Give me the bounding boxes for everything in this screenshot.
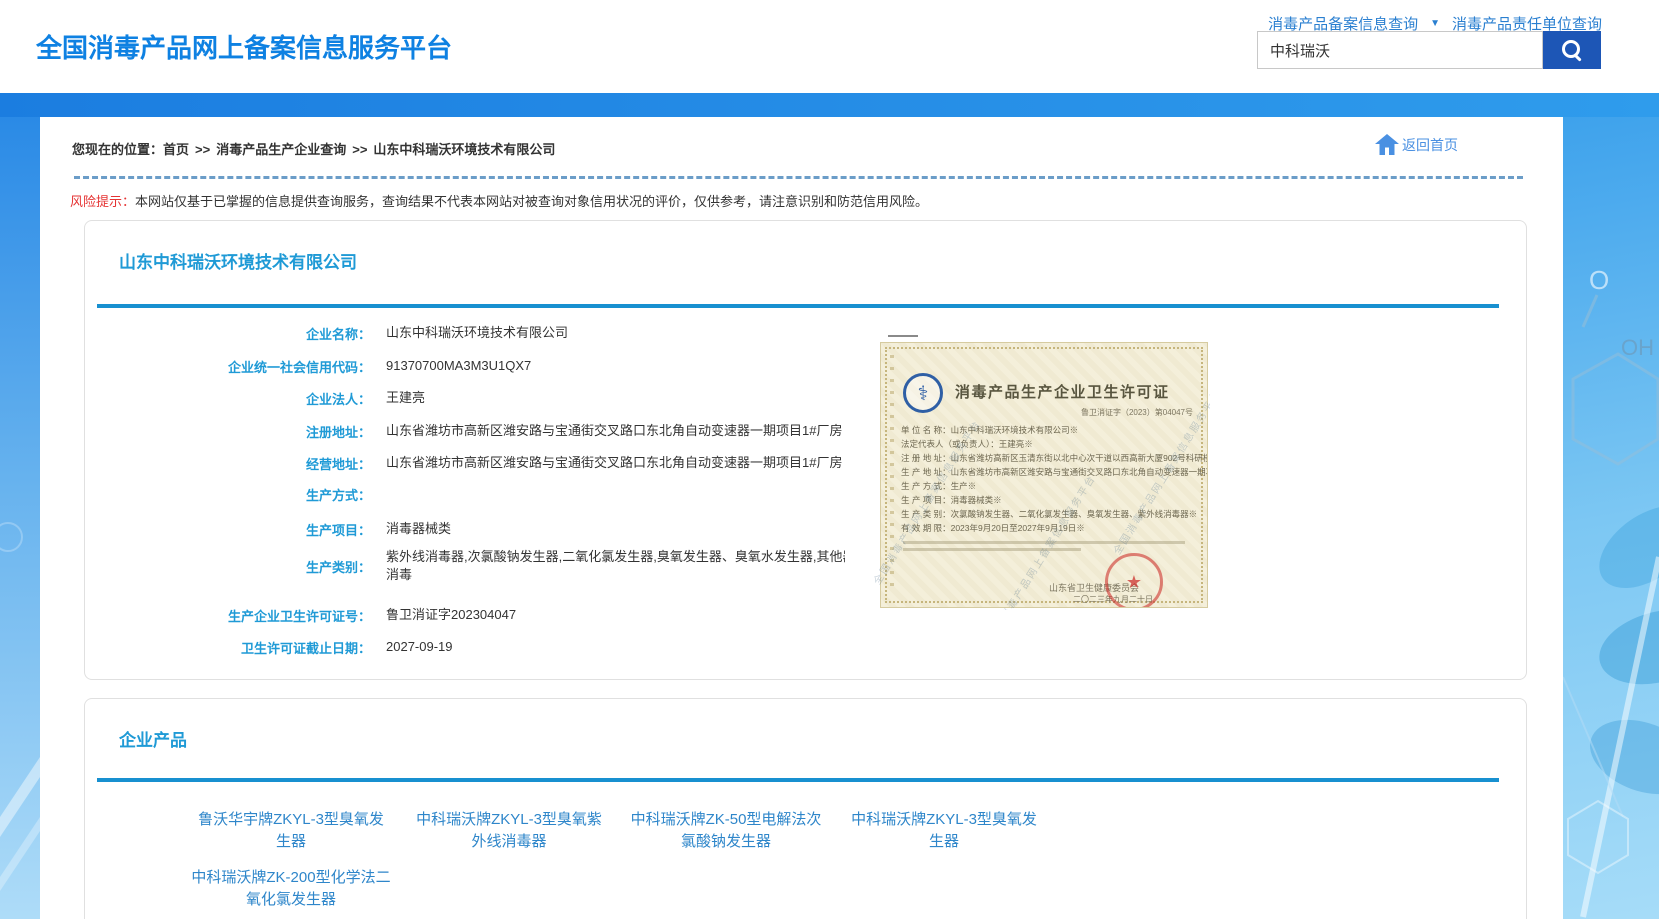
breadcrumb-current: 山东中科瑞沃环境技术有限公司 [373,142,555,157]
risk-notice-text: 本网站仅基于已掌握的信息提供查询服务，查询结果不代表本网站对被查询对象信用状况的… [135,194,928,209]
company-card-title: 山东中科瑞沃环境技术有限公司 [119,248,357,273]
chevron-down-icon[interactable]: ▼ [1430,18,1440,29]
certificate-title: 消毒产品生产企业卫生许可证 [955,381,1170,402]
field-value: 山东中科瑞沃环境技术有限公司 [386,324,568,342]
field-value: 消毒器械类 [386,520,451,538]
product-link[interactable]: 中科瑞沃牌ZK-200型化学法二氧化氯发生器 [191,867,391,911]
products-card-title: 企业产品 [119,726,187,751]
certificate-lines: 单 位 名 称：山东中科瑞沃环境技术有限公司※ 法定代表人（或负责人）：王建亮※… [901,423,1208,535]
field-label: 卫生许可证截止日期： [85,638,371,657]
background-art-right: O OH [1563,117,1659,919]
field-label: 生产项目： [85,520,371,539]
breadcrumb-section[interactable]: 消毒产品生产企业查询 [216,142,346,157]
search-input[interactable] [1258,32,1542,68]
cert-line: 生 产 项 目：消毒器械类※ [901,493,1208,507]
field-label: 生产类别： [85,557,371,576]
field-row: 企业统一社会信用代码： 91370700MA3M3U1QX7 [85,357,531,376]
search-button[interactable] [1543,31,1601,69]
breadcrumb: 您现在的位置：首页 >> 消毒产品生产企业查询 >> 山东中科瑞沃环境技术有限公司 [72,139,555,158]
field-row: 卫生许可证截止日期： 2027-09-19 [85,638,453,657]
background-art-left [0,117,40,919]
page-root: 全国消毒产品网上备案信息服务平台 消毒产品备案信息查询 ▼ 消毒产品责任单位查询… [0,0,1659,919]
risk-notice-label: 风险提示： [70,194,135,209]
field-value: 山东省潍坊市高新区潍安路与宝通街交叉路口东北角自动变速器一期项目1#厂房 [386,422,842,440]
field-row: 生产项目： 消毒器械类 [85,520,451,539]
certificate-fineprint [903,548,1081,551]
back-home-label: 返回首页 [1402,135,1458,155]
cert-line: 单 位 名 称：山东中科瑞沃环境技术有限公司※ [901,423,1208,437]
product-link[interactable]: 中科瑞沃牌ZKYL-3型臭氧紫外线消毒器 [409,809,609,853]
home-icon [1375,134,1399,155]
company-products-card: 企业产品 鲁沃华宇牌ZKYL-3型臭氧发生器 中科瑞沃牌ZKYL-3型臭氧紫外线… [84,698,1527,919]
search-box [1257,31,1543,69]
field-row: 注册地址： 山东省潍坊市高新区潍安路与宝通街交叉路口东北角自动变速器一期项目1#… [85,422,842,441]
card-title-underline [97,304,1499,308]
site-title: 全国消毒产品网上备案信息服务平台 [36,28,452,65]
field-value: 王建亮 [386,389,425,407]
license-certificate-image: ⚕ 消毒产品生产企业卫生许可证 鲁卫消证字（2023）第04047号 单 位 名… [845,314,1210,610]
company-info-card: 山东中科瑞沃环境技术有限公司 企业名称： 山东中科瑞沃环境技术有限公司 企业统一… [84,220,1527,680]
product-link[interactable]: 中科瑞沃牌ZK-50型电解法次氯酸钠发生器 [626,809,826,853]
certificate-fineprint [903,541,1185,544]
field-row: 企业法人： 王建亮 [85,389,425,408]
risk-notice: 风险提示：本网站仅基于已掌握的信息提供查询服务，查询结果不代表本网站对被查询对象… [70,191,928,210]
field-value: 紫外线消毒器,次氯酸钠发生器,二氧化氯发生器,臭氧发生器、臭氧水发生器,其他器械… [386,548,876,584]
product-link[interactable]: 中科瑞沃牌ZKYL-3型臭氧发生器 [844,809,1044,853]
certificate: ⚕ 消毒产品生产企业卫生许可证 鲁卫消证字（2023）第04047号 单 位 名… [880,342,1208,608]
cert-line: 生 产 方 式：生产※ [901,479,1208,493]
search-icon [1561,39,1583,61]
cert-line: 法定代表人（或负责人）：王建亮※ [901,437,1208,451]
cert-line: 有 效 期 限：2023年9月20日至2027年9月19日※ [901,521,1208,535]
field-row: 生产方式： [85,485,386,504]
field-row: 经营地址： 山东省潍坊市高新区潍安路与宝通街交叉路口东北角自动变速器一期项目1#… [85,454,842,473]
background-shapes-left [0,117,40,919]
field-value: 鲁卫消证字202304047 [386,606,516,624]
field-label: 企业统一社会信用代码： [85,357,371,376]
certificate-punch-holes [890,355,894,595]
cert-emblem-icon: ⚕ [903,373,943,413]
breadcrumb-prefix: 您现在的位置： [72,142,163,157]
field-row: 企业名称： 山东中科瑞沃环境技术有限公司 [85,324,568,343]
official-seal-icon: ★ [1105,553,1163,608]
field-label: 企业名称： [85,324,371,343]
field-row: 生产企业卫生许可证号： 鲁卫消证字202304047 [85,606,516,625]
card-title-underline [97,778,1499,782]
field-row: 生产类别： 紫外线消毒器,次氯酸钠发生器,二氧化氯发生器,臭氧发生器、臭氧水发生… [85,548,876,584]
field-label: 生产方式： [85,485,371,504]
field-label: 生产企业卫生许可证号： [85,606,371,625]
back-home-link[interactable]: 返回首页 [1375,134,1458,155]
field-label: 注册地址： [85,422,371,441]
svg-text:O: O [1589,265,1609,295]
field-label: 经营地址： [85,454,371,473]
top-banner-band [0,93,1659,117]
field-value: 2027-09-19 [386,638,453,656]
molecule-flower-art: O OH [1563,117,1659,919]
field-label: 企业法人： [85,389,371,408]
field-value: 91370700MA3M3U1QX7 [386,357,531,375]
cert-line: 生 产 类 别：次氯酸钠发生器、二氧化氯发生器、臭氧发生器、紫外线消毒器※ [901,507,1208,521]
breadcrumb-separator: >> [352,142,367,157]
scan-artifact-dash [888,335,918,337]
cert-line: 注 册 地 址：山东省潍坊高新区玉清东街以北中心次干道以西高新大厦902号科研楼… [901,451,1208,465]
svg-text:OH: OH [1621,335,1654,360]
cert-line: 生 产 地 址：山东省潍坊市高新区潍安路与宝通街交叉路口东北角自动变速器一期项目… [901,465,1208,479]
breadcrumb-home[interactable]: 首页 [163,142,189,157]
certificate-license-no: 鲁卫消证字（2023）第04047号 [1081,407,1193,418]
dashed-divider [74,176,1523,179]
product-link[interactable]: 鲁沃华宇牌ZKYL-3型臭氧发生器 [191,809,391,853]
field-value: 山东省潍坊市高新区潍安路与宝通街交叉路口东北角自动变速器一期项目1#厂房 [386,454,842,472]
breadcrumb-separator: >> [195,142,210,157]
